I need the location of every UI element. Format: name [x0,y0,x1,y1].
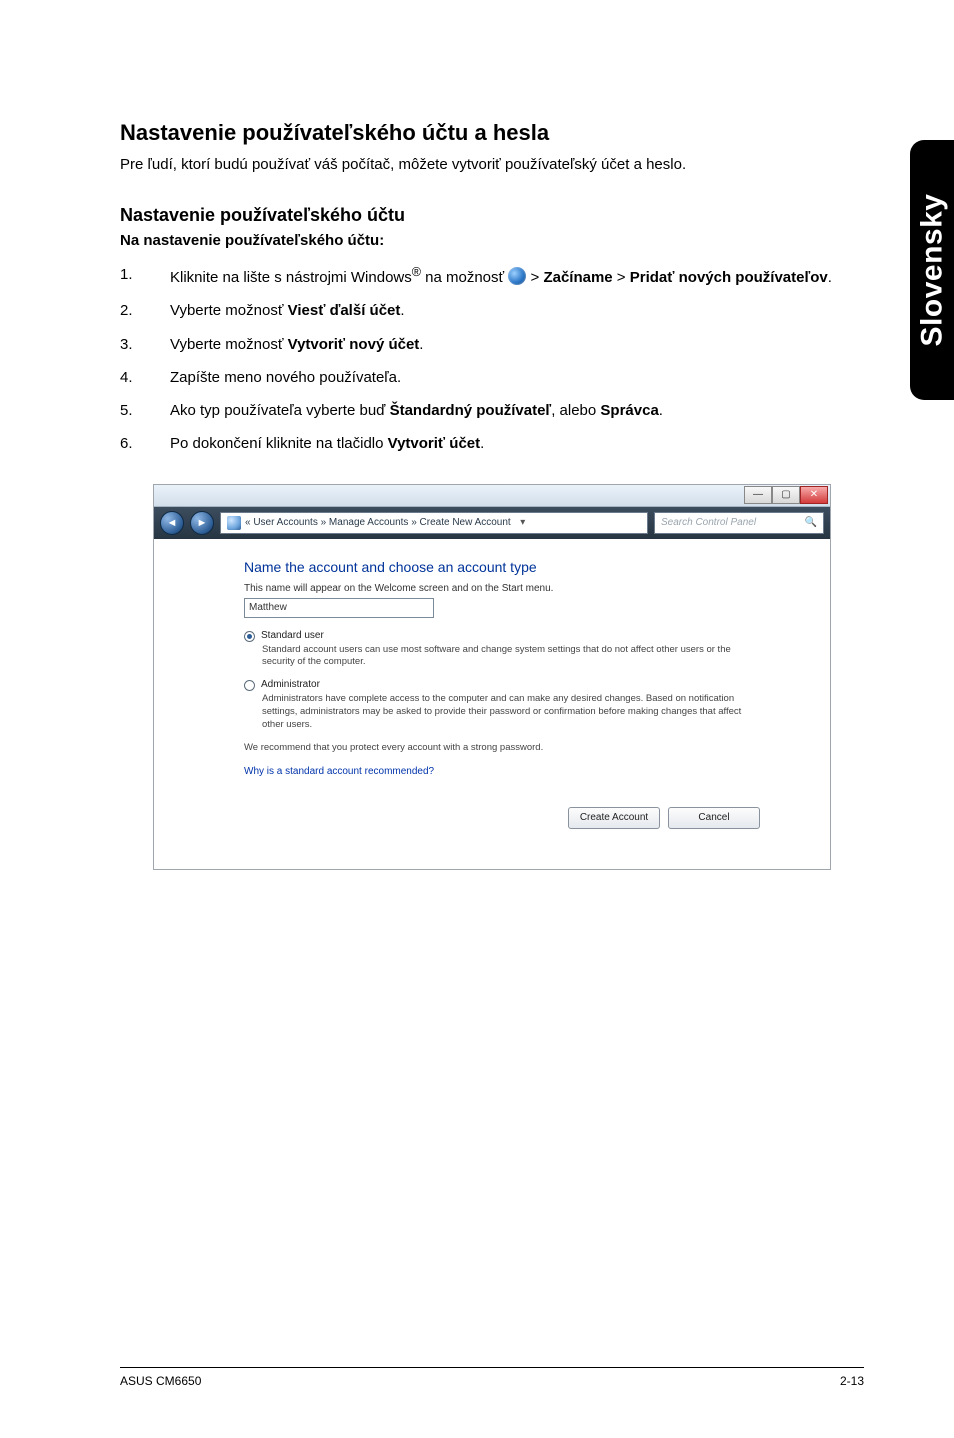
navbar: ◄ ► « User Accounts » Manage Accounts » … [154,507,830,539]
breadcrumb[interactable]: « User Accounts » Manage Accounts » Crea… [220,512,648,534]
radio-standard-user[interactable]: Standard user [244,630,760,642]
page-footer: ASUS CM6650 2-13 [120,1367,864,1388]
radio-administrator-dot[interactable] [244,680,255,691]
step3-text-a: Vyberte možnosť [170,336,288,353]
window-controls: — ▢ ✕ [744,486,828,504]
step5-bold1: Štandardný používateľ [390,402,552,419]
dialog-subtext: This name will appear on the Welcome scr… [244,583,760,594]
create-account-button[interactable]: Create Account [568,807,660,829]
step-2: Vyberte možnosť Viesť ďalší účet. [120,299,864,322]
step1-bold2: Pridať nových používateľov [630,269,828,286]
radio-standard-user-dot[interactable] [244,631,255,642]
step6-end: . [480,435,484,452]
intro-text: Pre ľudí, ktorí budú používať váš počíta… [120,156,864,173]
step1-sep1: > [526,269,543,286]
dialog-body: Name the account and choose an account t… [154,539,830,869]
account-name-value: Matthew [249,602,287,613]
step1-text-a: Kliknite na lište s nástrojmi Windows [170,269,412,286]
step-6: Po dokončení kliknite na tlačidlo Vytvor… [120,432,864,455]
step4-text: Zapíšte meno nového používateľa. [170,369,401,386]
dialog-window: — ▢ ✕ ◄ ► « User Accounts » Manage Accou… [153,484,831,870]
step5-text-b: , alebo [551,402,600,419]
control-panel-icon [227,516,241,530]
titlebar: — ▢ ✕ [154,485,830,507]
radio-standard-user-desc: Standard account users can use most soft… [262,644,760,670]
radio-administrator-desc: Administrators have complete access to t… [262,693,760,731]
nav-forward-button[interactable]: ► [190,511,214,535]
step1-reg: ® [412,265,421,279]
main-heading: Nastavenie používateľského účtu a hesla [120,120,864,146]
step3-end: . [419,336,423,353]
account-name-input[interactable]: Matthew [244,598,434,618]
footer-right: 2-13 [840,1374,864,1388]
radio-administrator[interactable]: Administrator [244,679,760,691]
step-3: Vyberte možnosť Vytvoriť nový účet. [120,333,864,356]
why-standard-link[interactable]: Why is a standard account recommended? [244,766,434,777]
steps-label: Na nastavenie používateľského účtu: [120,232,864,249]
cancel-button[interactable]: Cancel [668,807,760,829]
nav-back-button[interactable]: ◄ [160,511,184,535]
sub-heading: Nastavenie používateľského účtu [120,205,864,226]
step3-bold: Vytvoriť nový účet [288,336,420,353]
step2-bold: Viesť ďalší účet [288,302,401,319]
close-button[interactable]: ✕ [800,486,828,504]
footer-left: ASUS CM6650 [120,1374,201,1388]
maximize-button[interactable]: ▢ [772,486,800,504]
steps-list: Kliknite na lište s nástrojmi Windows® n… [120,263,864,456]
recommend-text: We recommend that you protect every acco… [244,742,760,753]
step-1: Kliknite na lište s nástrojmi Windows® n… [120,263,864,289]
breadcrumb-dropdown-icon[interactable]: ▾ [515,517,531,528]
search-input[interactable]: Search Control Panel 🔍 [654,512,824,534]
step1-bold1: Začíname [543,269,612,286]
dialog-button-row: Create Account Cancel [244,797,760,829]
step-5: Ako typ používateľa vyberte buď Štandard… [120,399,864,422]
step1-sep2: > [613,269,630,286]
radio-standard-user-label: Standard user [261,630,324,641]
breadcrumb-text: « User Accounts » Manage Accounts » Crea… [245,517,511,528]
windows-start-icon [508,267,526,285]
radio-administrator-label: Administrator [261,679,320,690]
step6-bold: Vytvoriť účet [388,435,481,452]
step-4: Zapíšte meno nového používateľa. [120,366,864,389]
step5-bold2: Správca [600,402,658,419]
step1-text-b: na možnosť [421,269,508,286]
page-content: Nastavenie používateľského účtu a hesla … [0,0,954,1438]
search-placeholder: Search Control Panel [661,517,756,528]
search-icon: 🔍 [805,517,817,528]
dialog-heading: Name the account and choose an account t… [244,559,760,575]
step5-text-a: Ako typ používateľa vyberte buď [170,402,390,419]
step2-text-a: Vyberte možnosť [170,302,288,319]
step5-end: . [659,402,663,419]
step6-text-a: Po dokončení kliknite na tlačidlo [170,435,388,452]
minimize-button[interactable]: — [744,486,772,504]
step2-end: . [400,302,404,319]
step1-end: . [828,269,832,286]
